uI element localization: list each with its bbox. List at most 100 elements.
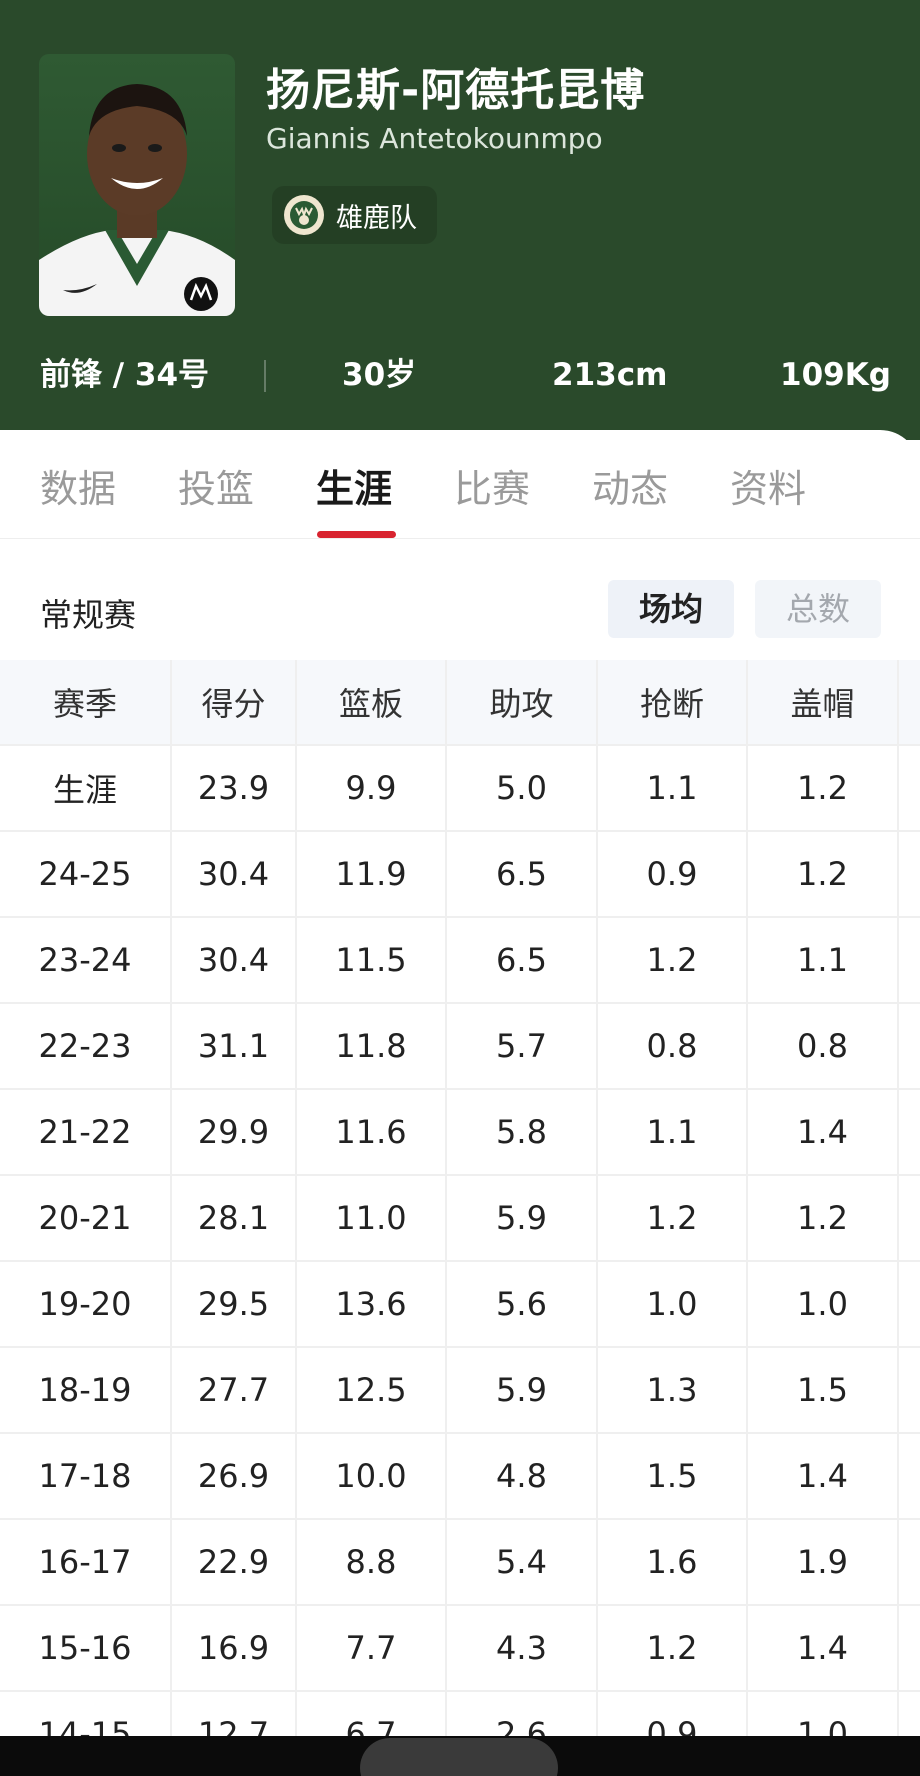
table-row[interactable]: 20-21 28.1 11.0 5.9 1.2 1.2 (0, 1175, 920, 1262)
info-divider (264, 360, 266, 392)
table-cell: 21-22 (0, 1089, 172, 1176)
player-weight: 109Kg (780, 357, 891, 393)
table-cell-overflow (898, 1605, 920, 1692)
table-cell: 5.7 (446, 1003, 598, 1090)
table-row[interactable]: 生涯 23.9 9.9 5.0 1.1 1.2 (0, 745, 920, 832)
table-cell: 16-17 (0, 1519, 172, 1606)
table-cell: 1.1 (597, 1089, 748, 1176)
tab-data[interactable]: 数据 (40, 458, 116, 513)
table-cell: 1.5 (747, 1347, 899, 1434)
toggle-totals[interactable]: 总数 (755, 580, 881, 638)
team-chip[interactable]: 雄鹿队 (272, 186, 437, 244)
table-cell: 16.9 (171, 1605, 297, 1692)
table-cell: 29.5 (171, 1261, 297, 1348)
tab-shooting[interactable]: 投篮 (178, 458, 254, 513)
table-cell: 11.5 (296, 917, 447, 1004)
table-cell: 生涯 (0, 745, 172, 832)
table-cell-overflow (898, 1261, 920, 1348)
home-gesture-pill[interactable] (360, 1738, 558, 1776)
column-header: 赛季 (0, 660, 172, 746)
section-title: 常规赛 (40, 596, 137, 634)
table-cell: 6.5 (446, 831, 598, 918)
table-cell: 4.3 (446, 1605, 598, 1692)
table-cell: 30.4 (171, 831, 297, 918)
career-stats-table: 赛季 得分 篮板 助攻 抢断 盖帽 生涯 23.9 9.9 5.0 1.1 1.2 24-2… (0, 660, 920, 1776)
table-cell-overflow (898, 1003, 920, 1090)
table-cell: 4.8 (446, 1433, 598, 1520)
table-row[interactable]: 21-22 29.9 11.6 5.8 1.1 1.4 (0, 1089, 920, 1176)
table-cell: 0.8 (597, 1003, 748, 1090)
table-row[interactable]: 16-17 22.9 8.8 5.4 1.6 1.9 (0, 1519, 920, 1606)
table-row[interactable]: 18-19 27.7 12.5 5.9 1.3 1.5 (0, 1347, 920, 1434)
table-cell: 30.4 (171, 917, 297, 1004)
column-header: 篮板 (296, 660, 447, 746)
table-cell: 5.9 (446, 1175, 598, 1262)
table-cell: 12.5 (296, 1347, 447, 1434)
table-cell: 28.1 (171, 1175, 297, 1262)
player-name-en: Giannis Antetokounmpo (266, 122, 603, 155)
tab-career[interactable]: 生涯 (316, 458, 392, 513)
table-cell: 5.6 (446, 1261, 598, 1348)
player-age: 30岁 (342, 357, 417, 393)
table-cell: 1.0 (747, 1261, 899, 1348)
table-row[interactable]: 15-16 16.9 7.7 4.3 1.2 1.4 (0, 1605, 920, 1692)
player-height: 213cm (552, 357, 668, 393)
player-info-bar: 前锋 / 34号 30岁 213cm 109Kg (0, 350, 920, 400)
table-cell: 1.2 (597, 1175, 748, 1262)
table-row[interactable]: 19-20 29.5 13.6 5.6 1.0 1.0 (0, 1261, 920, 1348)
table-cell: 6.5 (446, 917, 598, 1004)
table-row[interactable]: 23-24 30.4 11.5 6.5 1.2 1.1 (0, 917, 920, 1004)
tab-profile[interactable]: 资料 (730, 458, 806, 513)
column-header-overflow (898, 660, 920, 746)
table-cell: 27.7 (171, 1347, 297, 1434)
table-cell-overflow (898, 745, 920, 832)
table-cell: 1.2 (597, 917, 748, 1004)
table-cell: 22-23 (0, 1003, 172, 1090)
table-cell: 1.1 (747, 917, 899, 1004)
tab-news[interactable]: 动态 (592, 458, 668, 513)
table-cell: 1.4 (747, 1605, 899, 1692)
table-row[interactable]: 17-18 26.9 10.0 4.8 1.5 1.4 (0, 1433, 920, 1520)
table-cell: 19-20 (0, 1261, 172, 1348)
table-row[interactable]: 22-23 31.1 11.8 5.7 0.8 0.8 (0, 1003, 920, 1090)
table-cell: 31.1 (171, 1003, 297, 1090)
table-cell: 7.7 (296, 1605, 447, 1692)
table-header-row: 赛季 得分 篮板 助攻 抢断 盖帽 (0, 660, 920, 746)
tab-games[interactable]: 比赛 (454, 458, 530, 513)
table-cell: 1.4 (747, 1433, 899, 1520)
table-cell-overflow (898, 831, 920, 918)
table-cell-overflow (898, 1433, 920, 1520)
player-avatar (39, 54, 235, 316)
table-cell: 18-19 (0, 1347, 172, 1434)
table-cell-overflow (898, 917, 920, 1004)
table-cell: 1.1 (597, 745, 748, 832)
table-cell: 1.3 (597, 1347, 748, 1434)
table-cell: 5.9 (446, 1347, 598, 1434)
table-cell: 1.2 (747, 1175, 899, 1262)
table-cell: 20-21 (0, 1175, 172, 1262)
table-cell: 1.5 (597, 1433, 748, 1520)
table-cell: 0.9 (597, 831, 748, 918)
table-body: 生涯 23.9 9.9 5.0 1.1 1.2 24-25 30.4 11.9 6.5 0.9 1.2… (0, 745, 920, 1776)
table-cell: 23.9 (171, 745, 297, 832)
table-cell: 1.9 (747, 1519, 899, 1606)
table-cell: 11.0 (296, 1175, 447, 1262)
table-cell-overflow (898, 1089, 920, 1176)
column-header: 得分 (171, 660, 297, 746)
table-cell: 1.6 (597, 1519, 748, 1606)
table-cell: 1.0 (597, 1261, 748, 1348)
table-cell: 26.9 (171, 1433, 297, 1520)
player-header: 扬尼斯-阿德托昆博 Giannis Antetokounmpo 雄鹿队 前锋 /… (0, 0, 920, 440)
table-cell: 13.6 (296, 1261, 447, 1348)
table-cell: 5.0 (446, 745, 598, 832)
table-cell: 29.9 (171, 1089, 297, 1176)
table-row[interactable]: 24-25 30.4 11.9 6.5 0.9 1.2 (0, 831, 920, 918)
player-profile-page: 扬尼斯-阿德托昆博 Giannis Antetokounmpo 雄鹿队 前锋 /… (0, 0, 920, 1776)
table-cell: 0.8 (747, 1003, 899, 1090)
table-cell: 10.0 (296, 1433, 447, 1520)
table-cell: 9.9 (296, 745, 447, 832)
table-cell: 11.8 (296, 1003, 447, 1090)
table-cell: 1.2 (747, 745, 899, 832)
toggle-per-game[interactable]: 场均 (608, 580, 734, 638)
table-cell: 17-18 (0, 1433, 172, 1520)
